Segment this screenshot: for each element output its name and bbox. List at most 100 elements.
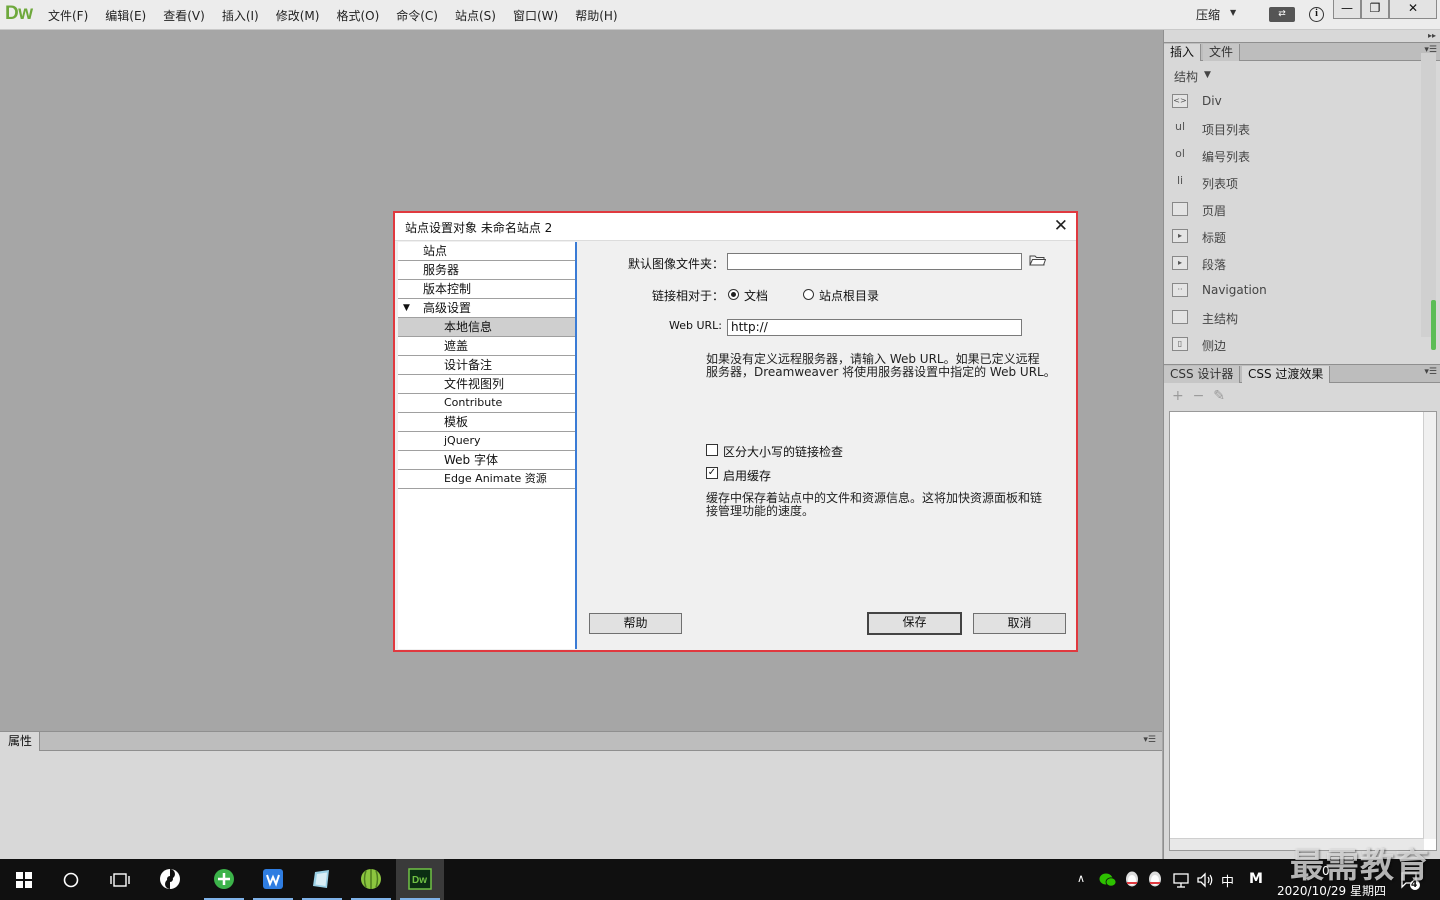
save-button[interactable]: 保存 (867, 612, 962, 635)
ime-mode-indicator[interactable]: M (1249, 871, 1263, 887)
chevron-down-icon[interactable]: ▼ (1204, 70, 1211, 80)
insert-div[interactable]: <> Div (1172, 92, 1422, 112)
ime-chinese-indicator[interactable]: 中 (1221, 871, 1234, 890)
nav-edge-animate-assets[interactable]: Edge Animate 资源 (398, 470, 575, 489)
info-icon[interactable]: i (1309, 7, 1324, 22)
scroll-thumb[interactable] (1431, 300, 1436, 350)
browser-icon (214, 869, 234, 889)
nav-templates[interactable]: 模板 (398, 413, 575, 432)
tab-css-transitions[interactable]: CSS 过渡效果 (1242, 366, 1331, 383)
nav-advanced-settings[interactable]: ▼ 高级设置 (398, 299, 575, 318)
dreamweaver-app-icon: Dw (408, 868, 432, 890)
taskbar-app-wps[interactable] (249, 859, 297, 900)
enable-cache-checkbox[interactable]: ✓ (706, 467, 718, 479)
menu-site[interactable]: 站点(S) (455, 7, 496, 24)
volume-icon[interactable] (1196, 872, 1214, 888)
nav-contribute[interactable]: Contribute (398, 394, 575, 413)
insert-navigation[interactable]: ·· Navigation (1172, 281, 1422, 301)
nav-site[interactable]: 站点 (398, 242, 575, 261)
workspace-switcher[interactable]: 压缩 (1196, 6, 1220, 23)
restore-button[interactable]: ❐ (1361, 0, 1389, 19)
dialog-titlebar: 站点设置对象 未命名站点 2 ✕ (395, 213, 1076, 241)
ul-icon: ul (1174, 120, 1186, 133)
radio-site-root[interactable] (803, 289, 814, 300)
menu-view[interactable]: 查看(V) (163, 7, 205, 24)
insert-paragraph[interactable]: ▸ 段落 (1172, 254, 1422, 274)
insert-category-select[interactable]: 结构 (1174, 68, 1198, 85)
insert-ol[interactable]: ol 编号列表 (1172, 146, 1422, 166)
nav-jquery[interactable]: jQuery (398, 432, 575, 451)
menu-commands[interactable]: 命令(C) (396, 7, 438, 24)
menu-window[interactable]: 窗口(W) (513, 7, 558, 24)
windows-taskbar: Dw ∧ 中 M 4 (0, 859, 1440, 900)
network-icon[interactable] (1172, 872, 1190, 888)
menu-insert[interactable]: 插入(I) (222, 7, 259, 24)
sync-settings-icon[interactable]: ⇄ (1269, 7, 1295, 22)
menu-bar: Dw 文件(F) 编辑(E) 查看(V) 插入(I) 修改(M) 格式(O) 命… (0, 0, 1440, 30)
insert-header[interactable]: 页眉 (1172, 200, 1422, 220)
edit-icon[interactable]: ✎ (1213, 388, 1225, 404)
site-setup-dialog: 站点设置对象 未命名站点 2 ✕ 站点 服务器 版本控制 ▼ 高级设置 本地信息… (393, 211, 1078, 652)
search-icon[interactable] (63, 872, 79, 888)
nav-local-info[interactable]: 本地信息 (398, 318, 575, 337)
header-icon (1172, 202, 1188, 216)
default-image-folder-input[interactable] (727, 253, 1022, 270)
chevron-down-icon[interactable]: ▼ (1230, 8, 1236, 17)
browse-folder-icon[interactable] (1029, 254, 1046, 266)
menu-help[interactable]: 帮助(H) (575, 7, 617, 24)
dialog-title: 站点设置对象 未命名站点 2 (405, 221, 553, 235)
web-url-input[interactable]: http:// (727, 319, 1022, 336)
wechat-icon[interactable] (1099, 872, 1117, 888)
insert-ul[interactable]: ul 项目列表 (1172, 119, 1422, 139)
web-url-help-text: 如果没有定义远程服务器，请输入 Web URL。如果已定义远程 服务器，Drea… (706, 352, 1056, 379)
radio-document[interactable] (728, 289, 739, 300)
task-view-icon[interactable] (110, 872, 130, 888)
menu-format[interactable]: 格式(O) (336, 7, 379, 24)
case-sensitive-checkbox[interactable] (706, 444, 718, 456)
nav-file-view-columns[interactable]: 文件视图列 (398, 375, 575, 394)
nav-design-notes[interactable]: 设计备注 (398, 356, 575, 375)
tab-insert[interactable]: 插入 (1164, 44, 1202, 61)
minimize-button[interactable]: — (1333, 0, 1361, 19)
ol-icon: ol (1175, 147, 1185, 160)
remove-icon[interactable]: − (1193, 388, 1205, 404)
collapse-panels-icon[interactable]: ▸▸ (1428, 31, 1436, 40)
window-close-button[interactable]: ✕ (1389, 0, 1437, 19)
panel-menu-icon[interactable]: ▾☰ (1143, 735, 1156, 745)
expand-arrow-icon[interactable]: ▼ (403, 299, 410, 317)
menu-modify[interactable]: 修改(M) (276, 7, 320, 24)
taskbar-app-notes[interactable] (298, 859, 346, 900)
add-icon[interactable]: + (1172, 388, 1184, 404)
insert-li[interactable]: li 列表项 (1172, 173, 1422, 193)
melon-app-icon (361, 869, 381, 889)
css-transitions-list[interactable] (1169, 411, 1437, 851)
taskbar-app-melon[interactable] (347, 859, 395, 900)
cancel-button[interactable]: 取消 (973, 613, 1066, 634)
tab-files[interactable]: 文件 (1203, 44, 1241, 61)
insert-main[interactable]: 主结构 (1172, 308, 1422, 328)
help-button[interactable]: 帮助 (589, 613, 682, 634)
menu-file[interactable]: 文件(F) (48, 7, 88, 24)
tab-css-designer[interactable]: CSS 设计器 (1164, 366, 1241, 383)
menu-edit[interactable]: 编辑(E) (105, 7, 146, 24)
panel-menu-icon[interactable]: ▾☰ (1424, 367, 1437, 377)
taskbar-app-dreamweaver[interactable]: Dw (396, 859, 444, 900)
dialog-close-button[interactable]: ✕ (1054, 216, 1068, 236)
taskbar-app-pinwheel[interactable] (146, 859, 194, 900)
nav-cloaking[interactable]: 遮盖 (398, 337, 575, 356)
link-relative-label: 链接相对于： (652, 289, 725, 303)
windows-start-icon[interactable] (16, 872, 32, 888)
qq-icon[interactable] (1147, 870, 1163, 889)
insert-aside[interactable]: ▯ 侧边 (1172, 335, 1422, 355)
insert-scrollbar[interactable] (1421, 53, 1436, 337)
qq-icon[interactable] (1124, 870, 1140, 889)
insert-heading[interactable]: ▸ 标题 (1172, 227, 1422, 247)
nav-servers[interactable]: 服务器 (398, 261, 575, 280)
enable-cache-label: 启用缓存 (723, 469, 772, 483)
vertical-scrollbar[interactable] (1423, 412, 1436, 839)
nav-version-control[interactable]: 版本控制 (398, 280, 575, 299)
show-hidden-icons-icon[interactable]: ∧ (1077, 872, 1085, 885)
nav-web-fonts[interactable]: Web 字体 (398, 451, 575, 470)
tab-properties[interactable]: 属性 (0, 732, 40, 751)
taskbar-app-browser[interactable] (200, 859, 248, 900)
